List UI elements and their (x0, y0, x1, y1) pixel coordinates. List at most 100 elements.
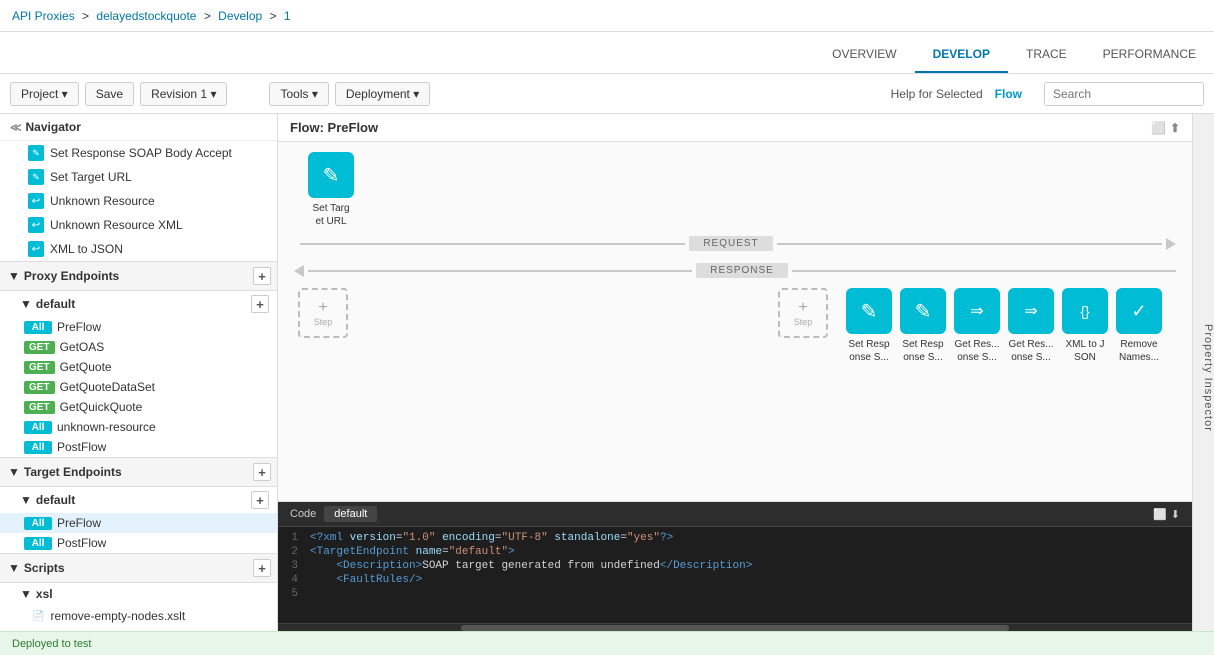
policy-icon-edit2: ✎ (28, 169, 44, 185)
top-step-area: ✎ Set Target URL (278, 142, 1192, 232)
response-step-1-label: Set Response S... (848, 338, 889, 364)
scripts-section[interactable]: ▼ Scripts + (0, 553, 277, 583)
policy-icon-edit: ✎ (28, 145, 44, 161)
add-proxy-endpoint-button[interactable]: + (253, 267, 271, 285)
response-step-5[interactable]: {} XML to JSON (1062, 288, 1108, 364)
tab-performance[interactable]: PERFORMANCE (1085, 37, 1214, 73)
breadcrumb-develop[interactable]: Develop (218, 9, 262, 23)
policy-icon-redirect2: ↩ (28, 217, 44, 233)
response-step-3[interactable]: ⇒ Get Res...onse S... (954, 288, 1000, 364)
badge-get-getoas: GET (24, 341, 55, 354)
revision-button[interactable]: Revision 1 ▾ (140, 82, 227, 106)
target-default-section: ▼ default + All PreFlow All PostFlow (0, 487, 277, 553)
scripts-xsl: ▼ xsl 📄 remove-empty-nodes.xslt 📄 remove… (0, 583, 277, 631)
search-input[interactable] (1044, 82, 1204, 106)
tab-trace[interactable]: TRACE (1008, 37, 1085, 73)
breadcrumb-api-proxies[interactable]: API Proxies (12, 9, 75, 23)
breadcrumb: API Proxies > delayedstockquote > Develo… (12, 9, 291, 23)
proxy-flow-unknown-resource[interactable]: All unknown-resource (0, 417, 277, 437)
response-label: RESPONSE (696, 263, 788, 278)
badge-all-preflow: All (24, 321, 52, 334)
tab-overview[interactable]: OVERVIEW (814, 37, 914, 73)
proxy-flow-postflow[interactable]: All PostFlow (0, 437, 277, 457)
xsl-chevron: ▼ (20, 587, 32, 601)
code-collapse-icon[interactable]: ⬜ (1153, 508, 1167, 521)
collapse-icon[interactable]: ⬜ (1151, 121, 1166, 135)
policy-unknown-resource-xml[interactable]: ↩ Unknown Resource XML (0, 213, 277, 237)
badge-get-getquotedataset: GET (24, 381, 55, 394)
expand-icon[interactable]: ⬆ (1170, 121, 1180, 135)
target-flow-postflow[interactable]: All PostFlow (0, 533, 277, 553)
badge-all-postflow: All (24, 441, 52, 454)
response-step-6-icon: ✓ (1116, 288, 1162, 334)
sidebar-header: ≪ Navigator (0, 114, 277, 141)
project-button[interactable]: Project ▾ (10, 82, 79, 106)
tab-develop[interactable]: DEVELOP (915, 37, 1008, 73)
add-step-right[interactable]: + Step (778, 288, 828, 338)
policy-set-response-soap[interactable]: ✎ Set Response SOAP Body Accept (0, 141, 277, 165)
script-remove-namespaces[interactable]: 📄 remove-namespaces.xslt (0, 627, 277, 631)
target-flow-preflow[interactable]: All PreFlow (0, 513, 277, 533)
response-step-3-icon: ⇒ (954, 288, 1000, 334)
proxy-flow-getquotedataset[interactable]: GET GetQuoteDataSet (0, 377, 277, 397)
code-line-5: 5 (278, 587, 1192, 601)
status-bar: Deployed to test (0, 631, 1214, 655)
navigator-label: Navigator (26, 120, 81, 134)
tools-button[interactable]: Tools ▾ (269, 82, 328, 106)
target-endpoints-chevron: ▼ (8, 465, 20, 479)
flow-link[interactable]: Flow (995, 87, 1022, 101)
deployment-button[interactable]: Deployment ▾ (335, 82, 430, 106)
code-area: Code default ⬜ ⬇ 1 <?xml version="1.0" e… (278, 501, 1192, 631)
flow-diagram-area: ✎ Set Target URL REQUEST (278, 142, 1192, 501)
code-line-4: 4 <FaultRules/> (278, 573, 1192, 587)
target-endpoints-section[interactable]: ▼ Target Endpoints + (0, 457, 277, 487)
request-label: REQUEST (689, 236, 772, 251)
code-expand-icon[interactable]: ⬇ (1171, 508, 1180, 521)
save-button[interactable]: Save (85, 82, 134, 106)
proxy-endpoints-chevron: ▼ (8, 269, 20, 283)
badge-get-getquote: GET (24, 361, 55, 374)
set-target-url-icon: ✎ (308, 152, 354, 198)
proxy-flow-getquickquote[interactable]: GET GetQuickQuote (0, 397, 277, 417)
code-label: Code (290, 508, 316, 520)
response-step-4-icon: ⇒ (1008, 288, 1054, 334)
response-step-2-label: Set Response S... (902, 338, 943, 364)
proxy-default-section: ▼ default + All PreFlow GET GetOAS GET G… (0, 291, 277, 457)
add-proxy-flow-button[interactable]: + (251, 295, 269, 313)
proxy-flow-getquote[interactable]: GET GetQuote (0, 357, 277, 377)
breadcrumb-proxy-name[interactable]: delayedstockquote (96, 9, 196, 23)
response-step-3-label: Get Res...onse S... (954, 338, 999, 364)
proxy-default-chevron: ▼ (20, 297, 32, 311)
response-step-4[interactable]: ⇒ Get Res...onse S... (1008, 288, 1054, 364)
proxy-flow-preflow[interactable]: All PreFlow (0, 317, 277, 337)
response-step-2-icon: ✎ (900, 288, 946, 334)
code-tab-default[interactable]: default (324, 506, 377, 522)
script-remove-empty-nodes[interactable]: 📄 remove-empty-nodes.xslt (0, 605, 277, 627)
proxy-endpoints-section[interactable]: ▼ Proxy Endpoints + (0, 261, 277, 291)
response-step-5-label: XML to JSON (1065, 338, 1104, 364)
help-text: Help for Selected (891, 87, 983, 101)
policy-unknown-resource[interactable]: ↩ Unknown Resource (0, 189, 277, 213)
proxy-flow-getoas[interactable]: GET GetOAS (0, 337, 277, 357)
breadcrumb-revision[interactable]: 1 (284, 9, 291, 23)
response-step-6-label: RemoveNames... (1119, 338, 1159, 364)
response-step-4-label: Get Res...onse S... (1008, 338, 1053, 364)
code-content: 1 <?xml version="1.0" encoding="UTF-8" s… (278, 527, 1192, 623)
add-target-flow-button[interactable]: + (251, 491, 269, 509)
policy-xml-to-json[interactable]: ↩ XML to JSON (0, 237, 277, 261)
add-target-endpoint-button[interactable]: + (253, 463, 271, 481)
add-step-left[interactable]: + Step (298, 288, 348, 338)
set-target-url-step[interactable]: ✎ Set Target URL (308, 152, 354, 228)
property-inspector[interactable]: Property Inspector (1192, 114, 1214, 631)
file-icon: 📄 (32, 611, 44, 622)
code-header: Code default ⬜ ⬇ (278, 502, 1192, 527)
policy-set-target-url[interactable]: ✎ Set Target URL (0, 165, 277, 189)
breadcrumb-bar: API Proxies > delayedstockquote > Develo… (0, 0, 1214, 32)
add-script-button[interactable]: + (253, 559, 271, 577)
response-step-6[interactable]: ✓ RemoveNames... (1116, 288, 1162, 364)
response-step-2[interactable]: ✎ Set Response S... (900, 288, 946, 364)
sidebar-collapse-icon[interactable]: ≪ (10, 121, 22, 134)
response-step-1-icon: ✎ (846, 288, 892, 334)
response-step-1[interactable]: ✎ Set Response S... (846, 288, 892, 364)
scripts-chevron: ▼ (8, 561, 20, 575)
